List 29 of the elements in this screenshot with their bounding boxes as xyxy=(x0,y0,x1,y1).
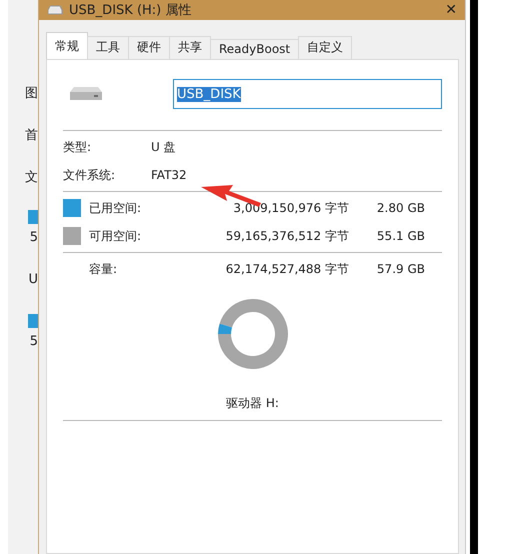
info-value: FAT32 xyxy=(151,168,187,182)
capacity-label: 容量: xyxy=(89,260,118,278)
capacity-size: 57.9 GB xyxy=(376,262,425,276)
space-size: 55.1 GB xyxy=(376,229,425,243)
drive-label: 驱动器 H: xyxy=(225,395,280,412)
window-title: USB_DISK (H:) 属性 xyxy=(69,2,192,19)
tab[interactable]: 自定义 xyxy=(298,36,352,59)
info-label: 类型: xyxy=(63,138,92,156)
background-text: 5 xyxy=(30,230,38,246)
background-text: 首 xyxy=(25,127,38,142)
background-text: 文 xyxy=(25,169,38,184)
close-button[interactable]: ✕ xyxy=(445,2,457,18)
info-label: 文件系统: xyxy=(63,166,116,184)
name-field[interactable]: USB_DISK xyxy=(173,79,442,109)
space-bytes: 59,165,376,512 字节 xyxy=(224,228,349,244)
space-label: 可用空间: xyxy=(89,228,142,244)
info-value: U 盘 xyxy=(151,138,176,156)
background-text: U xyxy=(28,272,38,288)
space-size: 2.80 GB xyxy=(376,201,425,215)
background-text: 5 xyxy=(30,334,38,350)
drive-icon xyxy=(47,5,63,15)
tab[interactable]: 工具 xyxy=(87,36,129,59)
drive-icon xyxy=(69,86,103,102)
usage-donut xyxy=(218,299,288,369)
tab[interactable]: 常规 xyxy=(46,32,88,59)
capacity-bytes: 62,174,527,488 字节 xyxy=(224,260,349,278)
background-text: 图 xyxy=(25,85,38,100)
space-bytes: 3,009,150,976 字节 xyxy=(232,200,349,216)
space-label: 已用空间: xyxy=(89,200,142,216)
